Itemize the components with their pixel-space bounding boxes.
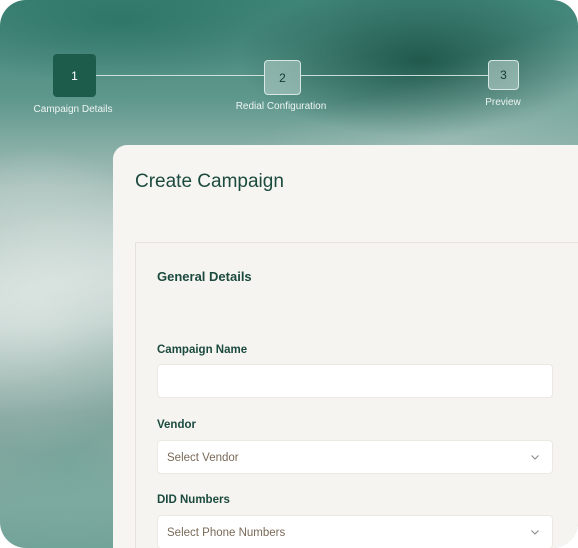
- campaign-name-input[interactable]: [157, 364, 553, 398]
- page-title: Create Campaign: [135, 171, 284, 192]
- vendor-label: Vendor: [157, 419, 196, 431]
- step-2-indicator[interactable]: 2: [264, 60, 301, 95]
- step-2-label: Redial Configuration: [235, 101, 327, 112]
- step-3-label: Preview: [485, 97, 521, 108]
- create-campaign-card: Create Campaign General Details Campaign…: [113, 145, 578, 548]
- section-title: General Details: [157, 269, 252, 284]
- vendor-select[interactable]: Select Vendor: [157, 440, 553, 474]
- step-1-label: Campaign Details: [33, 104, 113, 115]
- app-window: 1 Campaign Details 2 Redial Configuratio…: [0, 0, 578, 548]
- did-numbers-select[interactable]: Select Phone Numbers: [157, 515, 553, 548]
- general-details-section: General Details Campaign Name Vendor Sel…: [135, 242, 578, 548]
- campaign-name-label: Campaign Name: [157, 344, 248, 356]
- did-numbers-label: DID Numbers: [157, 494, 230, 506]
- step-connector: [96, 75, 264, 76]
- step-1-indicator[interactable]: 1: [53, 54, 96, 97]
- step-3-indicator[interactable]: 3: [488, 60, 519, 90]
- chevron-down-icon: [531, 455, 539, 460]
- chevron-down-icon: [531, 530, 539, 535]
- did-numbers-select-placeholder: Select Phone Numbers: [167, 527, 286, 539]
- vendor-select-placeholder: Select Vendor: [167, 452, 239, 464]
- step-connector: [301, 75, 488, 76]
